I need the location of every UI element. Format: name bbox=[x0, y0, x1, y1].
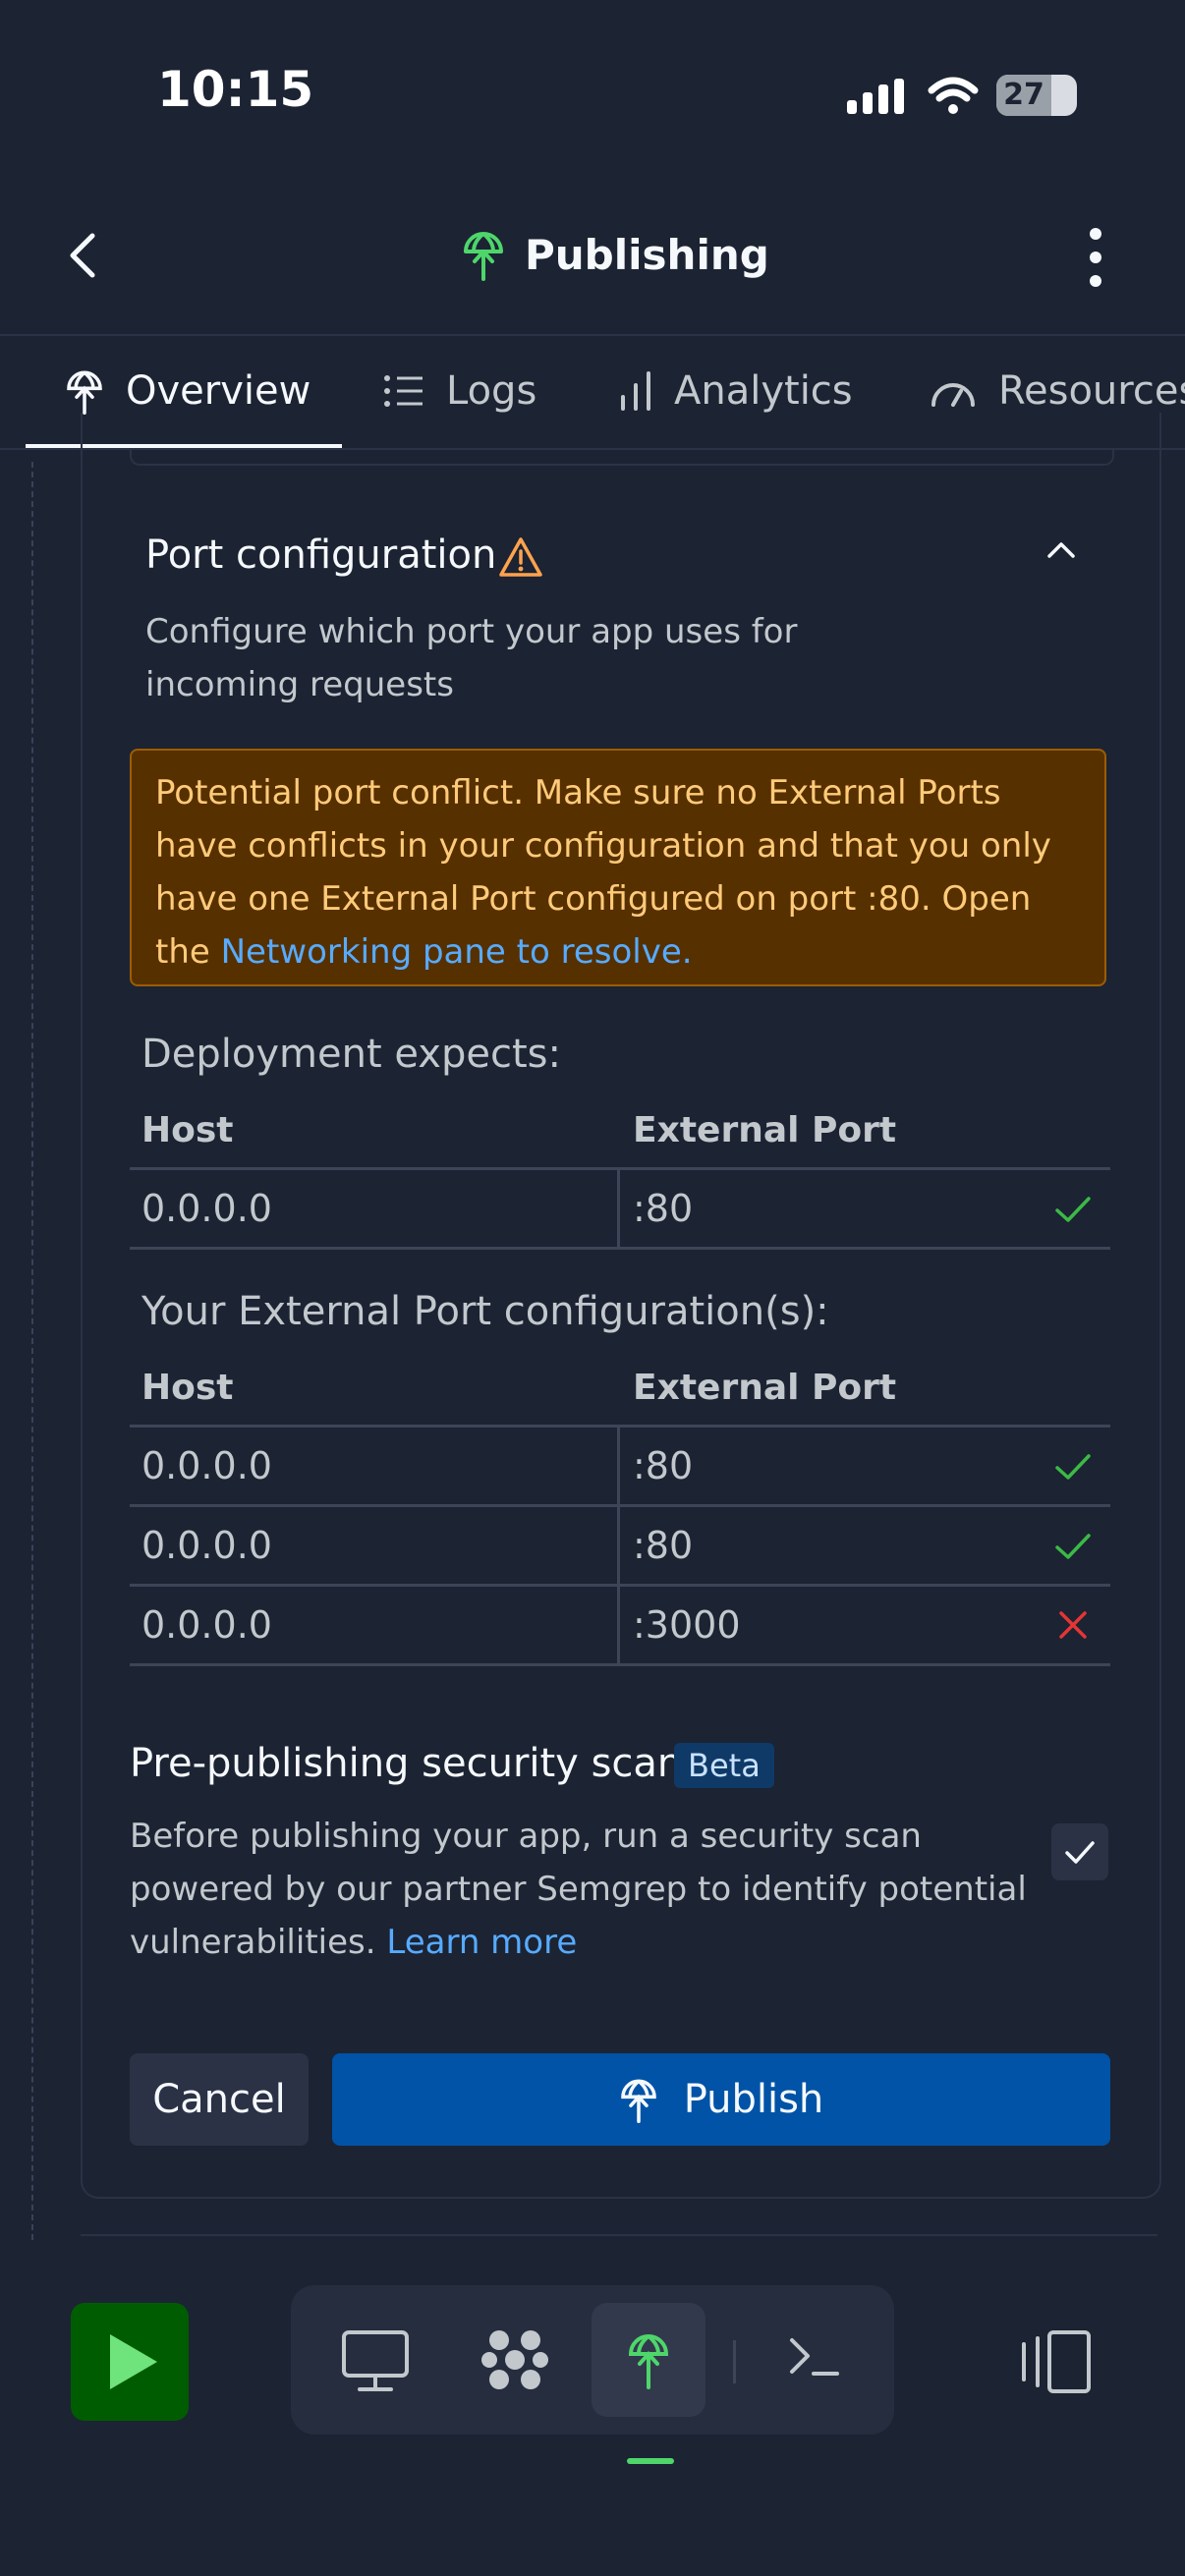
active-dock-indicator bbox=[627, 2458, 674, 2464]
signal-icon bbox=[847, 79, 904, 114]
host-cell: 0.0.0.0 bbox=[141, 1444, 272, 1487]
analytics-icon bbox=[621, 371, 650, 411]
beta-badge: Beta bbox=[674, 1743, 774, 1788]
dock-packages[interactable] bbox=[458, 2303, 572, 2417]
close-icon bbox=[1059, 1611, 1087, 1639]
dock-separator bbox=[733, 2340, 736, 2383]
layout-toggle-button[interactable] bbox=[1012, 2324, 1095, 2399]
table-header: Host External Port bbox=[130, 1110, 1110, 1170]
battery-level: 27 bbox=[996, 75, 1051, 116]
publishing-icon bbox=[628, 2334, 669, 2389]
cancel-button[interactable]: Cancel bbox=[130, 2053, 309, 2146]
external-port-header: External Port bbox=[633, 1110, 897, 1150]
external-configs-label: Your External Port configuration(s): bbox=[141, 1289, 829, 1334]
external-configs-table: Host External Port 0.0.0.0 :80 0.0.0.0 :… bbox=[130, 1368, 1110, 1666]
publishing-icon bbox=[67, 370, 102, 415]
packages-icon bbox=[481, 2330, 548, 2389]
table-header: Host External Port bbox=[130, 1368, 1110, 1428]
networking-pane-link[interactable]: Networking pane to resolve. bbox=[221, 932, 693, 972]
wifi-icon bbox=[928, 77, 979, 114]
table-row: 0.0.0.0 :80 bbox=[130, 1428, 1110, 1507]
tab-label: Logs bbox=[446, 368, 537, 414]
next-section-edge bbox=[81, 2234, 1157, 2236]
host-cell: 0.0.0.0 bbox=[141, 1524, 272, 1567]
port-config-title: Port configuration bbox=[145, 532, 497, 578]
port-cell: :3000 bbox=[633, 1603, 741, 1647]
shell-icon bbox=[790, 2338, 839, 2376]
chevron-up-icon[interactable] bbox=[1042, 531, 1081, 570]
check-icon bbox=[1055, 1534, 1091, 1559]
table-row: 0.0.0.0 :3000 bbox=[130, 1587, 1110, 1666]
tab-label: Overview bbox=[126, 368, 311, 414]
host-header: Host bbox=[141, 1368, 234, 1408]
desktop-icon bbox=[342, 2330, 409, 2391]
table-row: 0.0.0.0 :80 bbox=[130, 1507, 1110, 1587]
security-scan-description: Before publishing your app, run a securi… bbox=[130, 1810, 1034, 1969]
timeline-rail bbox=[31, 462, 33, 2240]
column-divider bbox=[617, 1587, 620, 1663]
security-scan-checkbox[interactable] bbox=[1051, 1823, 1108, 1880]
host-cell: 0.0.0.0 bbox=[141, 1187, 272, 1230]
logs-icon bbox=[384, 375, 423, 407]
column-divider bbox=[617, 1507, 620, 1584]
dock-shell[interactable] bbox=[757, 2303, 871, 2417]
port-config-description: Configure which port your app uses for i… bbox=[145, 612, 798, 704]
column-divider bbox=[617, 1428, 620, 1504]
deployment-expects-label: Deployment expects: bbox=[141, 1032, 561, 1077]
status-time: 10:15 bbox=[157, 61, 314, 118]
check-icon bbox=[1055, 1454, 1091, 1480]
port-conflict-alert: Potential port conflict. Make sure no Ex… bbox=[130, 749, 1106, 986]
tab-label: Resources bbox=[998, 368, 1185, 414]
battery-icon: 27 bbox=[996, 75, 1077, 116]
run-button[interactable] bbox=[71, 2303, 189, 2421]
more-options-button[interactable] bbox=[1071, 226, 1120, 289]
scan-description-text: Before publishing your app, run a securi… bbox=[130, 1817, 1027, 1962]
tool-dock bbox=[291, 2285, 894, 2435]
host-cell: 0.0.0.0 bbox=[141, 1603, 272, 1647]
check-icon bbox=[1055, 1197, 1091, 1222]
port-cell: :80 bbox=[633, 1187, 694, 1230]
port-cell: :80 bbox=[633, 1444, 694, 1487]
table-row: 0.0.0.0 :80 bbox=[130, 1170, 1110, 1250]
dock-publishing[interactable] bbox=[592, 2303, 705, 2417]
publishing-icon bbox=[464, 232, 503, 281]
page-title: Publishing bbox=[525, 230, 769, 279]
publish-button[interactable]: Publish bbox=[332, 2053, 1110, 2146]
header-title-group: Publishing bbox=[462, 228, 769, 281]
column-divider bbox=[617, 1170, 620, 1247]
check-icon bbox=[1065, 1841, 1095, 1864]
play-icon bbox=[110, 2334, 157, 2389]
deployment-expects-table: Host External Port 0.0.0.0 :80 bbox=[130, 1110, 1110, 1250]
port-cell: :80 bbox=[633, 1524, 694, 1567]
warning-icon bbox=[499, 537, 542, 577]
gauge-icon bbox=[931, 383, 975, 407]
host-header: Host bbox=[141, 1110, 234, 1150]
tab-label: Analytics bbox=[674, 368, 853, 414]
publish-label: Publish bbox=[683, 2077, 824, 2122]
external-port-header: External Port bbox=[633, 1368, 897, 1408]
security-scan-title: Pre-publishing security scan bbox=[130, 1741, 683, 1786]
learn-more-link[interactable]: Learn more bbox=[386, 1923, 577, 1962]
back-button[interactable] bbox=[55, 226, 114, 285]
previous-section-edge bbox=[130, 450, 1114, 466]
publishing-icon bbox=[620, 2079, 656, 2123]
dock-desktop[interactable] bbox=[318, 2303, 432, 2417]
